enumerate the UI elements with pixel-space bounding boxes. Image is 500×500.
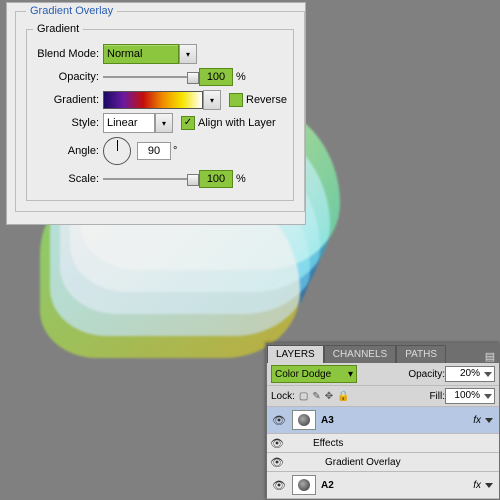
angle-label: Angle: [33, 145, 99, 157]
tab-layers[interactable]: LAYERS [267, 345, 324, 363]
layers-panel: LAYERS CHANNELS PATHS ▤ Color Dodge▾ Opa… [266, 343, 500, 500]
effects-row[interactable]: 👁 Effects [267, 434, 499, 453]
panel-menu-icon[interactable]: ▤ [481, 350, 499, 363]
align-checkbox[interactable]: ✓ [181, 116, 195, 130]
scale-label: Scale: [33, 173, 99, 185]
tab-paths[interactable]: PATHS [396, 345, 446, 363]
layer-name[interactable]: A2 [321, 480, 334, 491]
visibility-icon[interactable]: 👁 [271, 479, 287, 492]
lock-label: Lock: [271, 391, 295, 402]
fill-input[interactable]: 100% [445, 388, 495, 404]
style-label: Style: [33, 117, 99, 129]
gradient-label: Gradient: [33, 94, 99, 106]
reverse-checkbox[interactable] [229, 93, 243, 107]
angle-input[interactable] [137, 142, 171, 160]
layer-opacity-label: Opacity: [408, 369, 445, 380]
layer-thumbnail[interactable] [292, 410, 316, 430]
layer-thumbnail[interactable] [292, 475, 316, 495]
layer-blend-mode-select[interactable]: Color Dodge▾ [271, 365, 357, 383]
lock-position-icon[interactable]: ✥ [325, 391, 333, 402]
fill-label: Fill: [429, 391, 445, 402]
angle-unit: ° [173, 145, 177, 157]
gradient-overlay-dialog: Gradient Overlay Gradient Blend Mode: No… [6, 2, 306, 225]
visibility-icon[interactable]: 👁 [271, 414, 287, 427]
layer-opacity-input[interactable]: 20% [445, 366, 495, 382]
blend-mode-dropdown-button[interactable]: ▾ [179, 44, 197, 64]
gradient-swatch[interactable] [103, 91, 203, 109]
panel-tabs: LAYERS CHANNELS PATHS ▤ [267, 344, 499, 363]
opacity-label: Opacity: [33, 71, 99, 83]
align-label: Align with Layer [198, 117, 276, 129]
scale-slider[interactable] [103, 172, 199, 186]
gradient-group-title: Gradient [33, 23, 83, 35]
blend-mode-label: Blend Mode: [33, 48, 99, 60]
layer-row-a3[interactable]: 👁 A3 fx [267, 407, 499, 434]
layer-row-a2[interactable]: 👁 A2 fx [267, 472, 499, 499]
tab-channels[interactable]: CHANNELS [324, 345, 396, 363]
gradient-dropdown-button[interactable]: ▾ [203, 90, 221, 110]
lock-all-icon[interactable]: 🔒 [337, 391, 349, 402]
opacity-unit: % [236, 71, 246, 83]
visibility-icon[interactable]: 👁 [269, 456, 285, 469]
effect-gradient-overlay-row[interactable]: 👁 Gradient Overlay [267, 453, 499, 472]
scale-unit: % [236, 173, 246, 185]
style-select[interactable]: Linear [103, 113, 155, 133]
dialog-title: Gradient Overlay [26, 5, 117, 17]
blend-mode-select[interactable]: Normal [103, 44, 179, 64]
angle-dial[interactable] [103, 137, 131, 165]
lock-pixels-icon[interactable]: ✎ [312, 391, 320, 402]
lock-transparency-icon[interactable]: ▢ [299, 391, 308, 402]
effect-name: Gradient Overlay [325, 457, 401, 468]
effects-label: Effects [313, 438, 343, 449]
fx-badge[interactable]: fx [473, 415, 493, 426]
style-dropdown-button[interactable]: ▾ [155, 113, 173, 133]
opacity-slider[interactable] [103, 70, 199, 84]
visibility-icon[interactable]: 👁 [269, 437, 285, 450]
layer-name[interactable]: A3 [321, 415, 334, 426]
fx-badge[interactable]: fx [473, 480, 493, 491]
opacity-input[interactable] [199, 68, 233, 86]
reverse-label: Reverse [246, 94, 287, 106]
scale-input[interactable] [199, 170, 233, 188]
